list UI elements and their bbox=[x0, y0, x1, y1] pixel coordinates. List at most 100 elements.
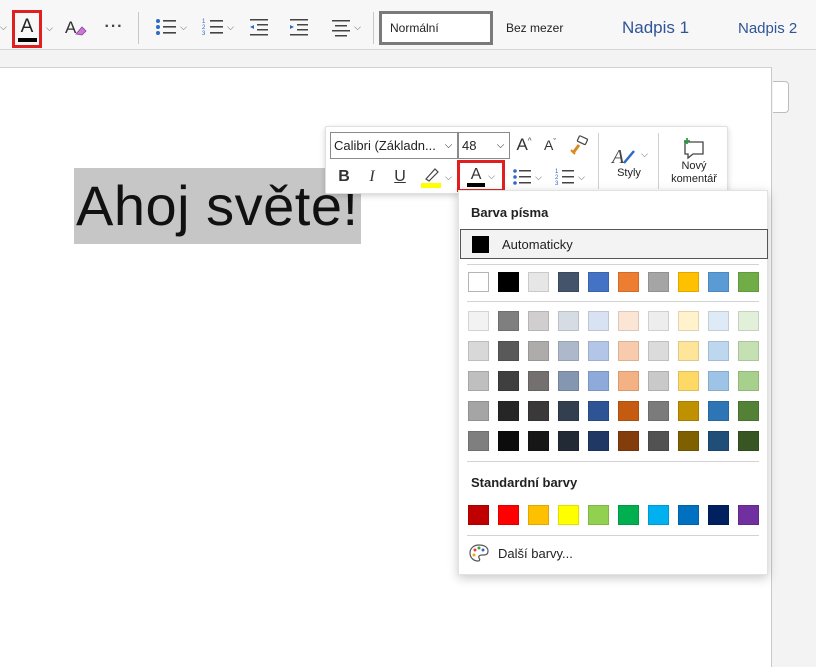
theme-shade-swatch[interactable] bbox=[618, 431, 639, 451]
theme-shade-swatch[interactable] bbox=[678, 341, 699, 361]
clear-formatting-button[interactable]: A bbox=[62, 14, 88, 40]
theme-shade-swatch[interactable] bbox=[618, 311, 639, 331]
theme-shade-swatch[interactable] bbox=[468, 371, 489, 391]
theme-shade-swatch[interactable] bbox=[738, 371, 759, 391]
theme-shade-swatch[interactable] bbox=[468, 311, 489, 331]
font-color-button[interactable]: A ⌵ bbox=[457, 160, 505, 192]
theme-shade-swatch[interactable] bbox=[588, 311, 609, 331]
standard-color-swatch[interactable] bbox=[738, 505, 759, 525]
theme-shade-swatch[interactable] bbox=[528, 401, 549, 421]
grow-font-button[interactable]: A^ bbox=[513, 133, 535, 157]
standard-color-swatch[interactable] bbox=[708, 505, 729, 525]
standard-color-swatch[interactable] bbox=[678, 505, 699, 525]
theme-color-swatch[interactable] bbox=[738, 272, 759, 292]
decrease-indent-button[interactable] bbox=[247, 15, 271, 39]
underline-button[interactable]: U bbox=[389, 164, 411, 190]
theme-color-swatch[interactable] bbox=[648, 272, 669, 292]
chevron-down-icon[interactable]: ⌵ bbox=[491, 133, 509, 158]
theme-shade-swatch[interactable] bbox=[708, 401, 729, 421]
theme-shade-swatch[interactable] bbox=[528, 341, 549, 361]
theme-shade-swatch[interactable] bbox=[528, 371, 549, 391]
theme-color-swatch[interactable] bbox=[618, 272, 639, 292]
theme-shade-swatch[interactable] bbox=[498, 431, 519, 451]
side-panel-handle[interactable] bbox=[773, 81, 789, 113]
theme-shade-swatch[interactable] bbox=[468, 431, 489, 451]
standard-color-swatch[interactable] bbox=[558, 505, 579, 525]
theme-shade-swatch[interactable] bbox=[468, 401, 489, 421]
theme-shade-swatch[interactable] bbox=[498, 371, 519, 391]
chevron-down-icon[interactable]: ⌵ bbox=[439, 133, 457, 158]
theme-color-swatch[interactable] bbox=[498, 272, 519, 292]
theme-shade-swatch[interactable] bbox=[708, 311, 729, 331]
standard-color-swatch[interactable] bbox=[648, 505, 669, 525]
standard-color-swatch[interactable] bbox=[618, 505, 639, 525]
theme-shade-swatch[interactable] bbox=[678, 311, 699, 331]
highlight-color-button[interactable]: ⌵ bbox=[418, 164, 454, 190]
font-name-combo[interactable]: Calibri (Základn... ⌵ bbox=[330, 132, 458, 159]
theme-shade-swatch[interactable] bbox=[558, 431, 579, 451]
theme-shade-swatch[interactable] bbox=[528, 311, 549, 331]
font-color-dropdown-chevron-icon[interactable]: ⌵ bbox=[42, 18, 54, 38]
style-no-spacing[interactable]: Bez mezer bbox=[506, 11, 606, 45]
theme-shade-swatch[interactable] bbox=[588, 371, 609, 391]
theme-shade-swatch[interactable] bbox=[618, 341, 639, 361]
numbered-list-button[interactable]: 1 2 3 ⌵ bbox=[199, 15, 237, 39]
theme-shade-swatch[interactable] bbox=[588, 341, 609, 361]
theme-shade-swatch[interactable] bbox=[588, 401, 609, 421]
theme-shade-swatch[interactable] bbox=[618, 401, 639, 421]
theme-shade-swatch[interactable] bbox=[708, 341, 729, 361]
chevron-down-icon[interactable]: ⌵ bbox=[0, 22, 7, 33]
ribbon-font-color-button[interactable]: A bbox=[12, 10, 42, 48]
align-button[interactable]: ⌵ bbox=[327, 15, 365, 39]
format-painter-button[interactable] bbox=[567, 133, 591, 157]
style-heading-2[interactable]: Nadpis 2 bbox=[738, 11, 797, 45]
standard-color-swatch[interactable] bbox=[468, 505, 489, 525]
theme-shade-swatch[interactable] bbox=[738, 431, 759, 451]
theme-color-swatch[interactable] bbox=[468, 272, 489, 292]
theme-shade-swatch[interactable] bbox=[558, 311, 579, 331]
shrink-font-button[interactable]: Aˇ bbox=[539, 133, 561, 157]
style-normal[interactable]: Normální bbox=[379, 11, 493, 45]
theme-shade-swatch[interactable] bbox=[678, 431, 699, 451]
theme-shade-swatch[interactable] bbox=[498, 341, 519, 361]
selected-document-text[interactable]: Ahoj světe! bbox=[74, 168, 361, 244]
numbering-button[interactable]: 1 2 3 ⌵ bbox=[552, 164, 588, 190]
theme-shade-swatch[interactable] bbox=[558, 371, 579, 391]
increase-indent-button[interactable] bbox=[287, 15, 311, 39]
theme-shade-swatch[interactable] bbox=[738, 311, 759, 331]
theme-shade-swatch[interactable] bbox=[678, 401, 699, 421]
italic-button[interactable]: I bbox=[361, 164, 383, 190]
more-options-button[interactable]: ··· bbox=[100, 14, 128, 40]
theme-shade-swatch[interactable] bbox=[708, 371, 729, 391]
theme-color-swatch[interactable] bbox=[708, 272, 729, 292]
theme-shade-swatch[interactable] bbox=[618, 371, 639, 391]
bullets-button[interactable]: ⌵ bbox=[509, 164, 545, 190]
theme-shade-swatch[interactable] bbox=[558, 341, 579, 361]
standard-color-swatch[interactable] bbox=[498, 505, 519, 525]
theme-shade-swatch[interactable] bbox=[738, 401, 759, 421]
theme-shade-swatch[interactable] bbox=[648, 401, 669, 421]
theme-shade-swatch[interactable] bbox=[738, 341, 759, 361]
theme-color-swatch[interactable] bbox=[558, 272, 579, 292]
theme-shade-swatch[interactable] bbox=[708, 431, 729, 451]
more-colors-option[interactable]: Další barvy... bbox=[469, 543, 573, 563]
theme-shade-swatch[interactable] bbox=[468, 341, 489, 361]
theme-shade-swatch[interactable] bbox=[648, 311, 669, 331]
theme-shade-swatch[interactable] bbox=[498, 401, 519, 421]
theme-shade-swatch[interactable] bbox=[678, 371, 699, 391]
theme-shade-swatch[interactable] bbox=[648, 341, 669, 361]
theme-shade-swatch[interactable] bbox=[648, 371, 669, 391]
automatic-color-option[interactable]: Automaticky bbox=[460, 229, 768, 259]
theme-color-swatch[interactable] bbox=[588, 272, 609, 292]
theme-shade-swatch[interactable] bbox=[558, 401, 579, 421]
theme-shade-swatch[interactable] bbox=[528, 431, 549, 451]
theme-color-swatch[interactable] bbox=[678, 272, 699, 292]
new-comment-button[interactable]: Nový komentář bbox=[664, 131, 724, 191]
font-size-combo[interactable]: 48 ⌵ bbox=[458, 132, 510, 159]
theme-shade-swatch[interactable] bbox=[498, 311, 519, 331]
bullet-list-button[interactable]: ⌵ bbox=[152, 15, 190, 39]
theme-color-swatch[interactable] bbox=[528, 272, 549, 292]
styles-button[interactable]: A ⌵ Styly bbox=[606, 133, 652, 189]
standard-color-swatch[interactable] bbox=[528, 505, 549, 525]
standard-color-swatch[interactable] bbox=[588, 505, 609, 525]
